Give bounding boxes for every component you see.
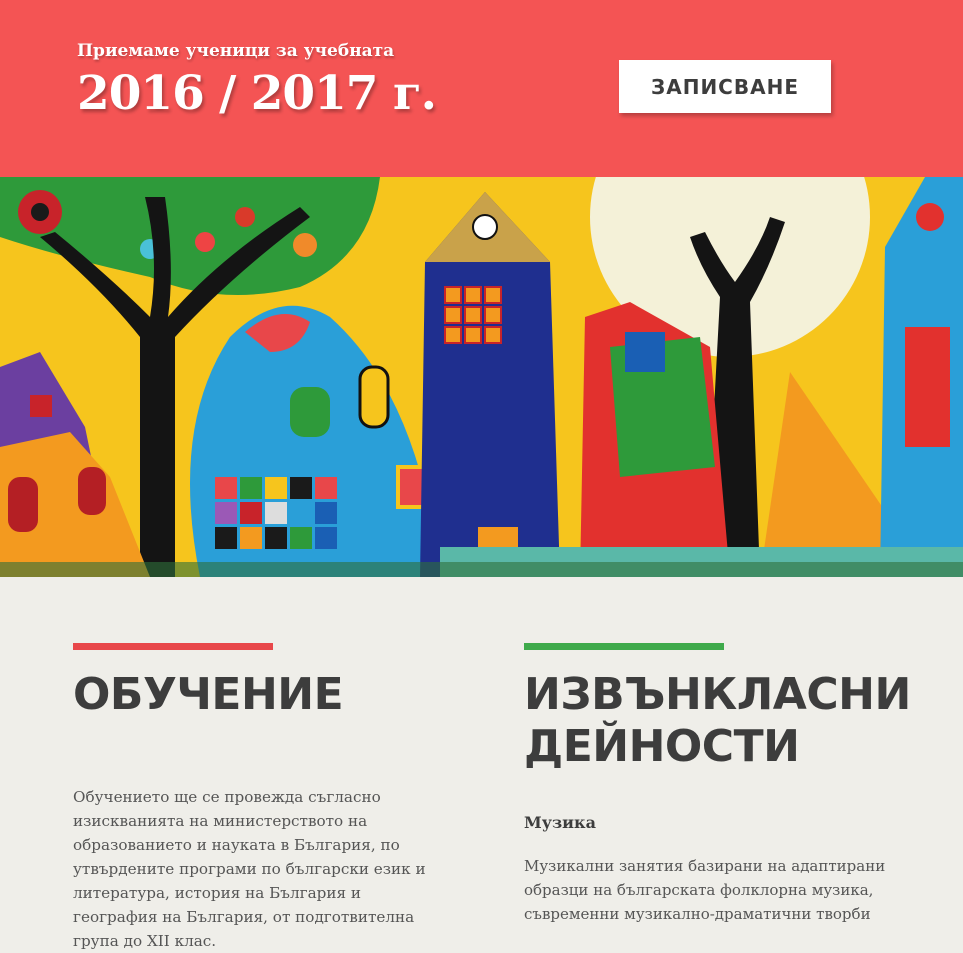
music-text: Музикални занятия базирани на адаптирани… [524, 857, 886, 923]
enroll-button[interactable]: ЗАПИСВАНЕ [619, 60, 831, 113]
extracurricular-heading: ИЗВЪНКЛАСНИ ДЕЙНОСТИ [524, 669, 911, 772]
training-heading: ОБУЧЕНИЕ [73, 669, 344, 720]
green-accent-bar [524, 643, 724, 650]
banner-subtitle: Приемаме ученици за учебната [77, 41, 395, 61]
hero-painting [0, 177, 963, 577]
enrollment-banner: Приемаме ученици за учебната 2016 / 2017… [0, 0, 963, 177]
music-title: Музика [524, 813, 596, 832]
banner-year: 2016 / 2017 г. [77, 66, 437, 121]
hero-image [0, 177, 963, 577]
training-text: Обучението ще се провежда съгласно изиск… [73, 788, 426, 950]
training-section: ОБУЧЕНИЕ Обучението ще се провежда съгла… [73, 643, 453, 953]
red-accent-bar [73, 643, 273, 650]
extracurricular-section: ИЗВЪНКЛАСНИ ДЕЙНОСТИ Музика Музикални за… [524, 643, 924, 926]
